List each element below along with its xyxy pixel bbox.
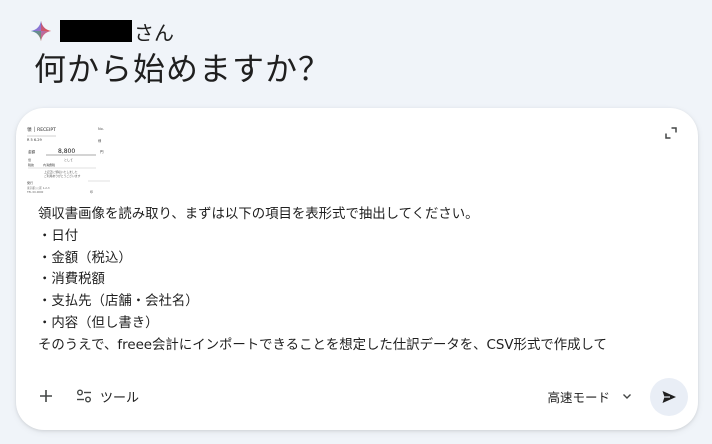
svg-text:税抜 内消費税: 税抜 内消費税 — [28, 162, 55, 167]
send-button[interactable] — [650, 378, 688, 416]
svg-text:TEL 00-0000: TEL 00-0000 — [27, 190, 44, 194]
page-headline: 何から始めますか？ — [34, 50, 332, 88]
svg-text:印: 印 — [90, 189, 93, 194]
tools-sliders-icon — [77, 389, 91, 403]
mode-label: 高速モード — [547, 389, 610, 405]
prompt-line: ・内容（但し書き） — [38, 315, 159, 331]
greeting-line: さん — [30, 16, 174, 46]
expand-composer-button[interactable] — [660, 122, 682, 144]
prompt-line: ・金額（税込） — [38, 250, 132, 266]
prompt-line: そのうえで、freee会計にインポートできることを想定した仕訳データを、CSV形… — [38, 337, 607, 353]
prompt-line: ・消費税額 — [38, 272, 105, 288]
tools-button[interactable]: ツール — [76, 382, 139, 410]
add-attachment-button[interactable] — [32, 382, 60, 410]
svg-text:領 │ RECEIPT: 領 │ RECEIPT — [27, 126, 56, 133]
receipt-amount: 8,800 — [58, 148, 75, 155]
mode-selector[interactable]: 高速モード — [547, 382, 632, 410]
svg-text:但 として: 但 として — [28, 157, 73, 162]
redacted-user-name — [60, 20, 132, 42]
svg-text:発行: 発行 — [27, 180, 33, 185]
composer-toolbar: ツール 高速モード — [16, 376, 698, 416]
send-icon — [662, 391, 676, 403]
prompt-line: ・日付 — [38, 228, 79, 244]
svg-text:金額: 金額 — [28, 149, 35, 154]
chevron-down-icon — [623, 394, 631, 399]
svg-text:東京都○○区 1-2-3: 東京都○○区 1-2-3 — [27, 186, 50, 190]
receipt-attachment-thumbnail[interactable]: 領 │ RECEIPT No. R 5 6.29 様 金額 8,800 円 但 … — [26, 122, 112, 198]
tools-label: ツール — [100, 390, 140, 406]
gemini-spark-icon — [30, 20, 52, 42]
prompt-line: ・支払先（店舗・会社名） — [38, 294, 199, 310]
greeting-suffix: さん — [134, 20, 174, 45]
svg-text:No.: No. — [98, 127, 104, 131]
prompt-line: 領収書画像を読み取り、まずは以下の項目を表形式で抽出してください。 — [38, 207, 479, 222]
svg-text:円: 円 — [100, 150, 104, 154]
svg-text:R 5 6.29: R 5 6.29 — [27, 138, 42, 142]
plus-icon — [40, 390, 52, 402]
prompt-composer: 領 │ RECEIPT No. R 5 6.29 様 金額 8,800 円 但 … — [16, 108, 698, 430]
greeting: さん — [30, 16, 174, 46]
expand-icon — [665, 127, 677, 139]
prompt-text[interactable]: 領収書画像を読み取り、まずは以下の項目を表形式で抽出してください。 ・日付 ・金… — [38, 204, 678, 357]
svg-text:ご利用ありがとうございます: ご利用ありがとうございます — [44, 174, 81, 178]
